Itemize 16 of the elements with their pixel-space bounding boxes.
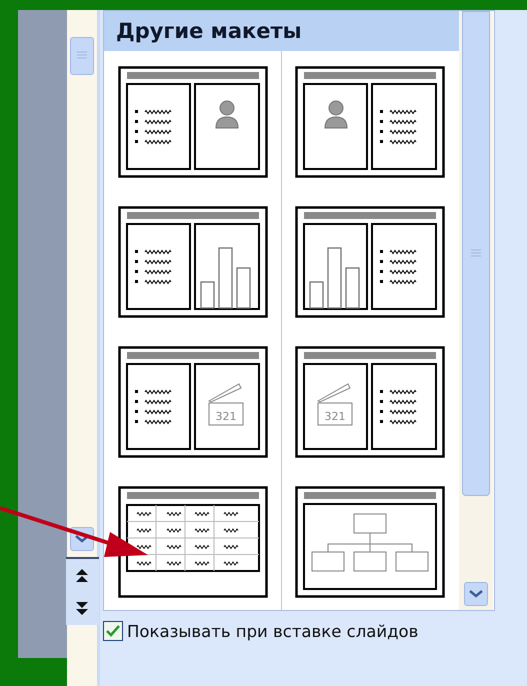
layout-thumbnail[interactable] [295,486,446,598]
layout-thumbnail[interactable] [118,486,268,598]
layout-thumbnail[interactable] [118,206,268,318]
next-slide-icon[interactable] [75,600,89,616]
scroll-down-button[interactable] [464,582,488,606]
layout-thumbnail[interactable] [118,66,268,178]
layout-thumbnail[interactable] [295,206,446,318]
layout-thumbnail[interactable]: 321 [118,346,268,458]
checkbox-label: Показывать при вставке слайдов [127,622,418,640]
scroll-thumb[interactable] [462,11,490,496]
layout-thumbnail[interactable] [295,66,446,178]
previous-slide-icon[interactable] [75,568,89,584]
scroll-thumb[interactable] [70,37,94,75]
layout-thumbnail[interactable]: 321 [295,346,446,458]
section-title: Другие макеты [104,11,459,51]
checkbox[interactable] [103,621,123,641]
